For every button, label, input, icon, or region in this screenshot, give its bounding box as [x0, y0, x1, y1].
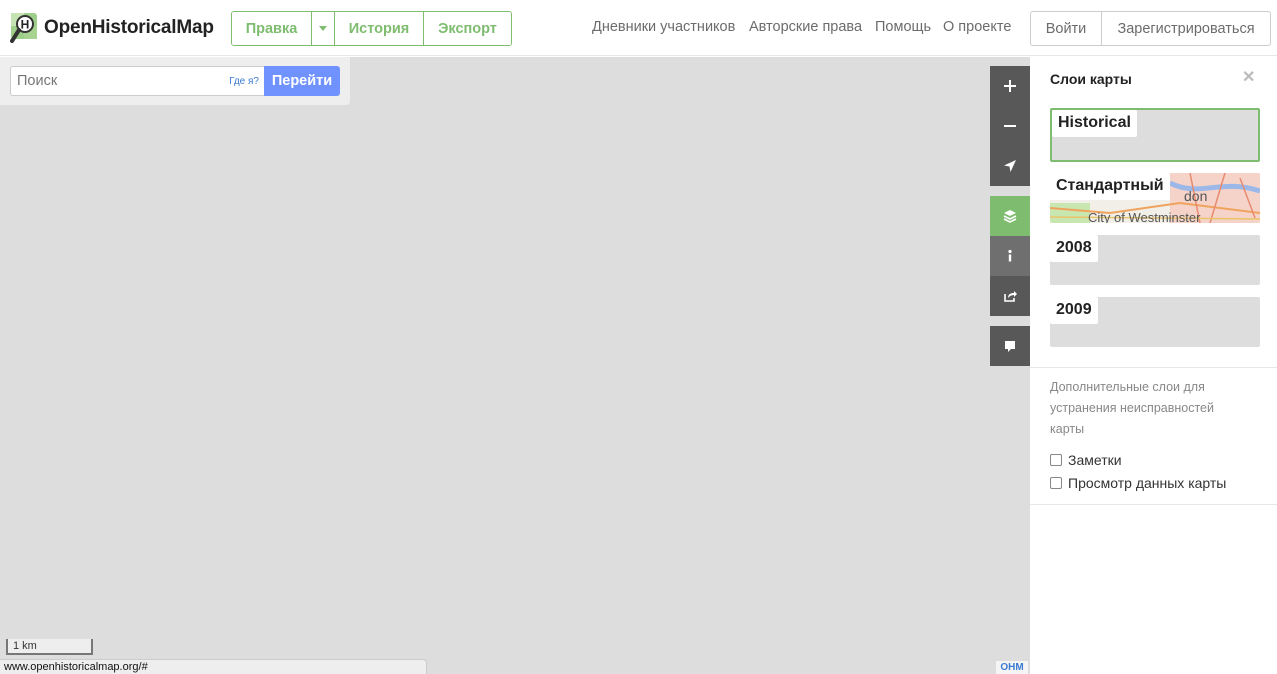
nav-link-diaries[interactable]: Дневники участников [592, 19, 735, 35]
search-panel: Поиск Где я? Перейти [0, 57, 350, 105]
where-am-i-link[interactable]: Где я? [229, 76, 259, 87]
section-divider [1030, 367, 1277, 368]
layer-2009[interactable]: 2009 [1050, 297, 1260, 347]
layers-button[interactable] [990, 196, 1030, 236]
add-note-button[interactable] [990, 326, 1030, 366]
layer-historical[interactable]: Historical [1050, 108, 1260, 162]
ohm-logo-icon: H [10, 12, 38, 44]
history-button[interactable]: История [335, 12, 424, 45]
zoom-in-button[interactable] [990, 66, 1030, 106]
login-button[interactable]: Войти [1031, 12, 1102, 45]
ohm-attribution-badge[interactable]: OHM [996, 661, 1028, 674]
layer-label: 2009 [1050, 297, 1098, 324]
brand-logo[interactable]: H OpenHistoricalMap [10, 12, 214, 44]
close-icon[interactable]: ✕ [1242, 67, 1255, 87]
brand-name: OpenHistoricalMap [44, 17, 214, 38]
layer-label: Historical [1052, 110, 1137, 137]
map-key-button[interactable] [990, 236, 1030, 276]
layers-icon [1003, 210, 1017, 223]
layers-sidebar: Слои карты ✕ Historical City of Westmins… [1030, 57, 1277, 674]
overlay-label: Просмотр данных карты [1068, 475, 1227, 491]
locate-button[interactable] [990, 146, 1030, 186]
nav-link-help[interactable]: Помощь [875, 19, 931, 35]
layer-standard[interactable]: City of Westminster don Стандартный [1050, 173, 1260, 223]
edit-dropdown-button[interactable] [312, 12, 335, 45]
layer-label: Стандартный [1050, 173, 1170, 200]
signup-button[interactable]: Зарегистрироваться [1102, 12, 1270, 45]
thumbnail-fragment: don [1184, 188, 1207, 204]
locate-icon [1004, 160, 1016, 172]
search-placeholder: Поиск [17, 73, 58, 89]
auth-group: Войти Зарегистрироваться [1030, 11, 1271, 46]
overlay-notes-row[interactable]: Заметки [1050, 452, 1122, 468]
share-button[interactable] [990, 276, 1030, 316]
layer-2008[interactable]: 2008 [1050, 235, 1260, 285]
edit-button[interactable]: Правка [232, 12, 312, 45]
zoom-in-icon [1004, 80, 1016, 92]
share-icon [1004, 291, 1017, 302]
notes-checkbox[interactable] [1050, 454, 1062, 466]
overlay-data-row[interactable]: Просмотр данных карты [1050, 475, 1226, 491]
top-header: H OpenHistoricalMap Правка История Экспо… [0, 0, 1277, 56]
scale-bar: 1 km [6, 639, 93, 655]
export-button[interactable]: Экспорт [424, 12, 511, 45]
search-input[interactable]: Поиск Где я? [10, 66, 265, 96]
zoom-out-button[interactable] [990, 106, 1030, 146]
section-divider [1030, 504, 1277, 505]
info-icon [1008, 249, 1012, 262]
map-canvas[interactable]: Поиск Где я? Перейти 1 km www.openhistor… [0, 57, 1030, 674]
zoom-out-icon [1004, 125, 1016, 127]
layer-label: 2008 [1050, 235, 1098, 262]
edit-history-export-group: Правка История Экспорт [231, 11, 512, 46]
status-url: www.openhistoricalmap.org/# [0, 659, 427, 674]
overlay-note: Дополнительные слои для устранения неисп… [1050, 380, 1214, 436]
search-go-button[interactable]: Перейти [264, 66, 340, 96]
note-icon [1005, 341, 1015, 352]
map-data-checkbox[interactable] [1050, 477, 1062, 489]
nav-link-copyright[interactable]: Авторские права [749, 19, 862, 35]
overlay-label: Заметки [1068, 452, 1122, 468]
sidebar-title: Слои карты [1050, 71, 1132, 87]
svg-text:H: H [21, 18, 30, 32]
caret-down-icon [319, 26, 327, 31]
nav-link-about[interactable]: О проекте [943, 19, 1011, 35]
thumbnail-caption: City of Westminster [1088, 210, 1201, 223]
